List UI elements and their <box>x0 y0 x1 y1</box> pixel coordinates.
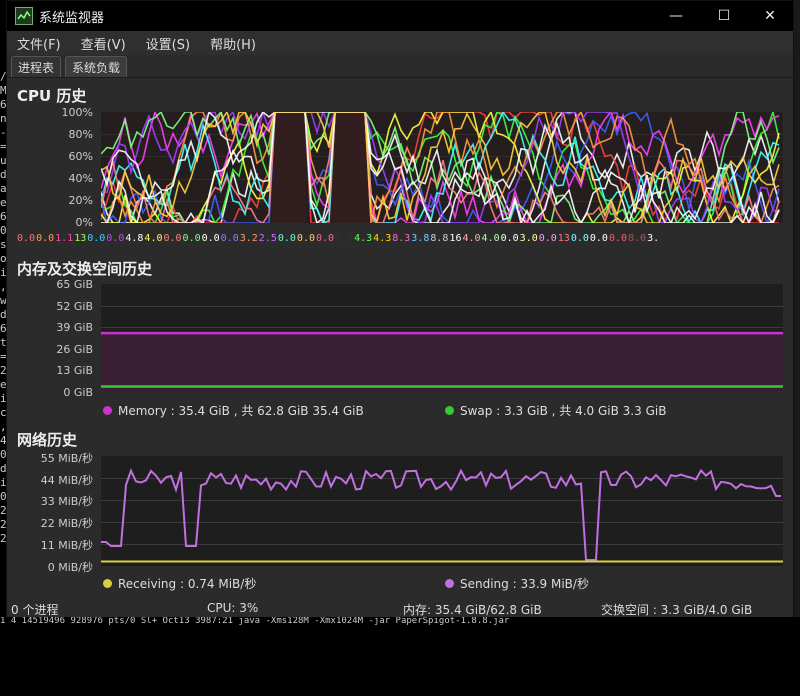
cpu-core-value: 4.3 <box>354 233 373 244</box>
title-bar[interactable]: 系统监视器 — ☐ ✕ <box>7 1 793 31</box>
tab-process-table[interactable]: 进程表 <box>11 56 62 77</box>
sending-line <box>101 468 781 561</box>
swap-legend-text: Swap : 3.3 GiB , 共 4.0 GiB 3.3 GiB <box>460 404 667 418</box>
cpu-core-value: 0.0 <box>163 233 182 244</box>
cpu-core-value: 8.8 <box>430 233 449 244</box>
receiving-legend-text: Receiving : 0.74 MiB/秒 <box>118 577 257 591</box>
cpu-core-value: 0.0 <box>335 233 354 244</box>
sending-legend-dot <box>445 579 454 588</box>
cpu-y-label: 100% <box>61 106 93 119</box>
network-history-title: 网络历史 <box>17 431 78 449</box>
cpu-core-value: 4.3 <box>373 233 392 244</box>
memory-legend-dot <box>103 406 112 415</box>
terminal-bottom-line: 1 4 14519496 928976 pts/0 Sl+ Oct13 3987… <box>0 617 800 626</box>
cpu-core-value: 0.0 <box>201 233 220 244</box>
cpu-core-value: 1.1 <box>55 233 74 244</box>
receiving-legend: Receiving : 0.74 MiB/秒 <box>103 575 256 592</box>
cpu-history-plot <box>100 109 783 226</box>
cpu-core-value: 0.0 <box>315 233 335 244</box>
swap-legend: Swap : 3.3 GiB , 共 4.0 GiB 3.3 GiB <box>445 402 666 419</box>
network-history-plot <box>101 468 783 563</box>
memory-y-label: 0 GiB <box>63 386 93 399</box>
cpu-core-value: 13 <box>557 233 570 244</box>
cpu-history-title: CPU 历史 <box>17 87 87 105</box>
cpu-core-value: 3.2 <box>239 233 258 244</box>
sending-legend-text: Sending : 33.9 MiB/秒 <box>460 577 589 591</box>
receiving-legend-dot <box>103 579 112 588</box>
tab-bar: 进程表 系统负载 <box>7 55 793 78</box>
status-bar: 0 个进程 CPU: 3% 内存: 35.4 GiB/62.8 GiB 交换空间… <box>7 597 793 618</box>
cpu-core-value: 0.0 <box>570 233 589 244</box>
menu-view[interactable]: 查看(V) <box>71 34 136 53</box>
tab-system-load[interactable]: 系统负载 <box>65 56 128 77</box>
network-history-graph <box>101 456 783 566</box>
cpu-core-value: 0.0 <box>36 233 55 244</box>
network-y-label: 33 MiB/秒 <box>40 495 93 508</box>
cpu-core-value: 0.0 <box>17 233 36 244</box>
window-title: 系统监视器 <box>39 10 105 26</box>
cpu-core-value: 0.0 <box>106 233 125 244</box>
cpu-core-value: 3.0 <box>519 233 538 244</box>
status-swap: 交换空间 : 3.3 GiB/4.0 GiB <box>601 603 753 617</box>
cpu-core-value: 0.0 <box>296 233 315 244</box>
cpu-core-value: 0.0 <box>608 233 628 244</box>
cpu-core-value: 0.0 <box>538 233 557 244</box>
cpu-core-values: 0.00.01.1130.00.04.84.00.00.00.00.03.22.… <box>17 233 793 247</box>
memory-history-graph <box>101 284 783 392</box>
cpu-core-value: 0.0 <box>589 233 608 244</box>
memory-legend-text: Memory : 35.4 GiB , 共 62.8 GiB 35.4 GiB <box>118 404 364 418</box>
cpu-core-value: 0.0 <box>87 233 106 244</box>
cpu-core-value: 4.0 <box>462 233 481 244</box>
memory-y-label: 52 GiB <box>56 300 93 313</box>
maximize-button[interactable]: ☐ <box>701 1 747 31</box>
sending-legend: Sending : 33.9 MiB/秒 <box>445 575 589 592</box>
cpu-core-value: 8.0 <box>628 233 647 244</box>
menu-help[interactable]: 帮助(H) <box>200 34 266 53</box>
cpu-history-graph <box>100 109 783 226</box>
cpu-core-value: 0.0 <box>500 233 519 244</box>
menu-settings[interactable]: 设置(S) <box>136 34 200 53</box>
cpu-core-value: 4.8 <box>125 233 144 244</box>
memory-y-label: 39 GiB <box>56 321 93 334</box>
status-cpu: CPU: 3% <box>207 601 259 615</box>
menu-bar: 文件(F) 查看(V) 设置(S) 帮助(H) <box>7 31 793 55</box>
memory-legend: Memory : 35.4 GiB , 共 62.8 GiB 35.4 GiB <box>103 402 364 419</box>
memory-y-label: 26 GiB <box>56 343 93 356</box>
swap-legend-dot <box>445 406 454 415</box>
system-monitor-app-icon <box>15 7 33 25</box>
cpu-core-value: 0.0 <box>220 233 239 244</box>
cpu-core-value: 13 <box>74 233 87 244</box>
status-process-count: 0 个进程 <box>11 603 59 617</box>
minimize-button[interactable]: — <box>653 1 699 31</box>
memory-history-plot <box>101 306 783 392</box>
cpu-core-value: 4.0 <box>481 233 500 244</box>
memory-y-label: 13 GiB <box>56 364 93 377</box>
status-memory: 内存: 35.4 GiB/62.8 GiB <box>403 603 542 617</box>
memory-y-label: 65 GiB <box>56 278 93 291</box>
cpu-core-value: 2.5 <box>258 233 277 244</box>
cpu-core-value: 0.0 <box>277 233 296 244</box>
memory-area <box>101 333 783 392</box>
cpu-y-label: 20% <box>68 194 93 207</box>
network-y-label: 11 MiB/秒 <box>40 539 93 552</box>
network-y-label: 44 MiB/秒 <box>40 474 93 487</box>
menu-file[interactable]: 文件(F) <box>7 34 71 53</box>
cpu-core-value: 0.0 <box>182 233 201 244</box>
cpu-core-value: 4.0 <box>144 233 163 244</box>
system-monitor-window: 系统监视器 — ☐ ✕ 文件(F) 查看(V) 设置(S) 帮助(H) 进程表 … <box>6 0 794 619</box>
cpu-y-label: 0% <box>75 216 93 229</box>
cpu-core-value: 3.8 <box>411 233 430 244</box>
cpu-core-value: 16 <box>449 233 462 244</box>
cpu-y-label: 80% <box>68 128 93 141</box>
network-y-label: 0 MiB/秒 <box>47 561 93 574</box>
cpu-y-label: 60% <box>68 150 93 163</box>
cpu-y-label: 40% <box>68 172 93 185</box>
memory-history-title: 内存及交换空间历史 <box>17 260 153 278</box>
cpu-core-value: 8.3 <box>392 233 411 244</box>
cpu-core-value: 3. <box>647 233 660 244</box>
network-y-label: 55 MiB/秒 <box>40 452 93 465</box>
close-button[interactable]: ✕ <box>747 1 793 31</box>
network-y-label: 22 MiB/秒 <box>40 517 93 530</box>
